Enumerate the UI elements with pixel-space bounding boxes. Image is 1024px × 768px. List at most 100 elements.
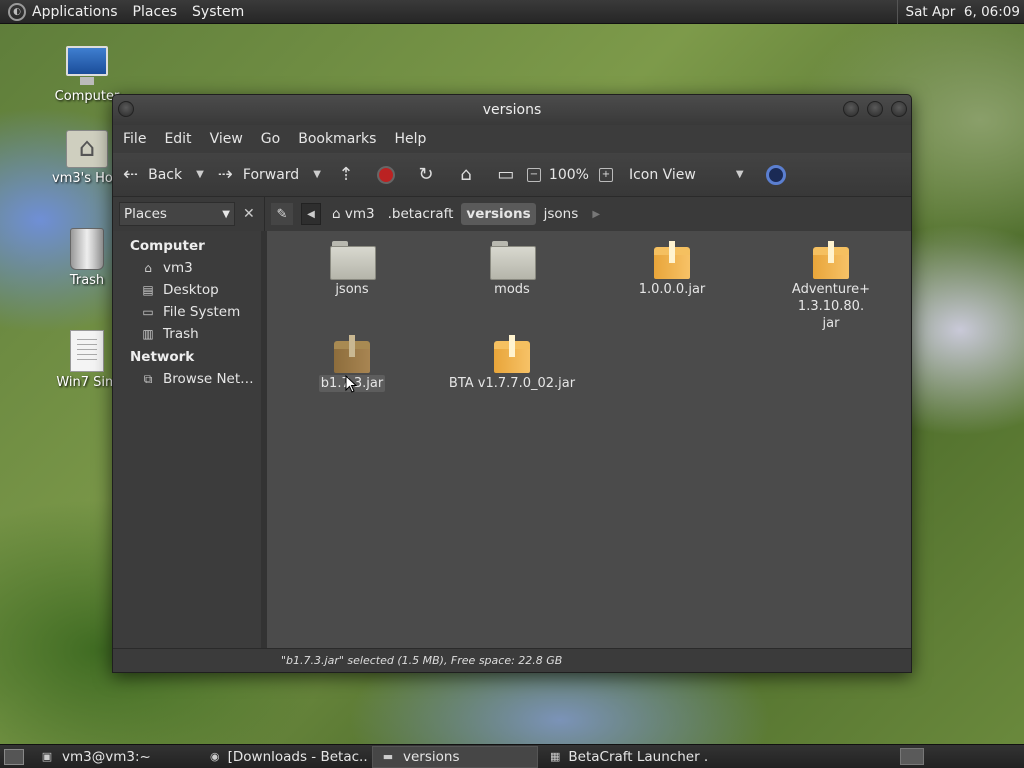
sidebar-item-browse-network[interactable]: ⧉ Browse Net… (113, 368, 261, 390)
folder-icon: ▬ (382, 749, 394, 763)
clock[interactable]: Sat Apr 6, 06:09 (896, 0, 1020, 24)
chrome-icon: ◉ (210, 749, 220, 763)
sidebar-selector: Places ▼ ✕ (113, 197, 265, 231)
sidebar-item-desktop[interactable]: ▤ Desktop (113, 279, 261, 301)
forward-arrow-icon: ⇢ (217, 164, 233, 185)
distro-logo-icon[interactable]: ◐ (8, 2, 26, 21)
file-item-jsons[interactable]: jsons (277, 241, 427, 298)
taskbar-label: BetaCraft Launcher ... (568, 748, 708, 765)
crumb-versions[interactable]: versions (461, 203, 536, 225)
home-folder-icon (66, 130, 108, 168)
back-label: Back (148, 166, 183, 183)
sidebar-item-vm3[interactable]: ⌂ vm3 (113, 257, 261, 279)
file-item-1-0-0-0-jar[interactable]: 1.0.0.0.jar (597, 241, 747, 298)
stop-button[interactable] (375, 164, 397, 186)
desktop-folder-icon: ▤ (142, 282, 154, 297)
top-panel: ◐ Applications Places System Sat Apr 6, … (0, 0, 1024, 24)
sidebar-item-label: vm3 (163, 260, 193, 276)
bottom-panel: ▣ vm3@vm3:~ ◉ [Downloads - Betac... ▬ ve… (0, 744, 1024, 768)
sidebar-item-trash[interactable]: ▥ Trash (113, 323, 261, 345)
document-icon (70, 330, 104, 372)
workspace-switcher[interactable] (900, 748, 924, 765)
file-name: Adventure+ 1.3.10.80. jar (791, 282, 871, 331)
file-view[interactable]: jsons mods 1.0.0.0.jar Adventure+ 1.3.10… (267, 231, 911, 650)
back-history-dropdown-icon[interactable]: ▼ (196, 169, 204, 180)
file-item-adventure-jar[interactable]: Adventure+ 1.3.10.80. jar (755, 241, 907, 332)
crumb-jsons[interactable]: jsons (539, 203, 584, 225)
places-sidebar: Computer ⌂ vm3 ▤ Desktop ▭ File System ▥… (113, 231, 261, 650)
computer-icon[interactable]: ▭ (495, 164, 517, 186)
home-folder-icon: ⌂ (144, 260, 152, 275)
menu-applications[interactable]: Applications (32, 4, 118, 20)
breadcrumb: ✎ ◀ ⌂ vm3 .betacraft versions jsons ▶ (265, 197, 612, 231)
taskbar-item-terminal[interactable]: ▣ vm3@vm3:~ (32, 746, 198, 768)
sidebar-heading-network: Network (130, 349, 195, 365)
crumb-scroll-right-icon[interactable]: ▶ (586, 203, 606, 225)
zoom-level[interactable]: 100% (549, 167, 589, 183)
window-menu-icon[interactable] (118, 101, 134, 117)
file-item-bta-jar[interactable]: BTA v1.7.7.0_02.jar (437, 335, 587, 392)
taskbar-item-betacraft[interactable]: ▦ BetaCraft Launcher ... (542, 746, 708, 768)
trash-icon: ▥ (142, 326, 154, 341)
menu-edit[interactable]: Edit (164, 131, 191, 147)
back-button[interactable]: ⇠ Back ▼ (123, 164, 218, 185)
show-desktop-icon[interactable] (4, 748, 24, 765)
taskbar-item-browser[interactable]: ◉ [Downloads - Betac... (202, 746, 368, 768)
menubar: File Edit View Go Bookmarks Help (113, 125, 911, 153)
minimize-icon[interactable] (843, 101, 859, 117)
sidebar-item-label: Trash (163, 326, 199, 342)
crumb-label: vm3 (344, 206, 375, 222)
menu-view[interactable]: View (210, 131, 243, 147)
package-icon (654, 241, 690, 279)
sidebar-item-label: Desktop (163, 282, 219, 298)
network-icon: ⧉ (143, 371, 153, 386)
computer-icon (64, 46, 110, 86)
taskbar-item-versions[interactable]: ▬ versions (372, 745, 538, 768)
view-mode-select[interactable]: Icon View ▼ (629, 167, 744, 183)
search-icon[interactable] (765, 164, 786, 185)
drive-icon: ▭ (142, 304, 154, 319)
close-icon[interactable] (891, 101, 907, 117)
file-manager-window: versions File Edit View Go Bookmarks Hel… (112, 94, 912, 673)
folder-icon (330, 241, 376, 280)
places-label: Places (124, 206, 167, 222)
crumb-betacraft[interactable]: .betacraft (383, 203, 459, 225)
file-name: BTA v1.7.7.0_02.jar (448, 376, 576, 391)
view-mode-label: Icon View (628, 166, 696, 183)
file-name: mods (494, 282, 530, 297)
zoom-out-icon[interactable]: − (526, 167, 541, 182)
stop-icon (376, 165, 395, 184)
status-bar: "b1.7.3.jar" selected (1.5 MB), Free spa… (113, 648, 911, 672)
desktop-icon-computer[interactable]: Computer (52, 46, 122, 104)
menu-places[interactable]: Places (133, 4, 178, 20)
sidebar-item-file-system[interactable]: ▭ File System (113, 301, 261, 323)
menu-help[interactable]: Help (394, 131, 426, 147)
taskbar-label: versions (403, 748, 460, 765)
terminal-icon: ▣ (41, 749, 53, 763)
chevron-down-icon: ▼ (222, 208, 230, 220)
crumb-vm3[interactable]: ⌂ vm3 (327, 203, 380, 225)
menu-system[interactable]: System (192, 4, 244, 20)
home-icon[interactable]: ⌂ (455, 164, 477, 186)
window-titlebar[interactable]: versions (113, 95, 911, 125)
forward-button[interactable]: ⇢ Forward ▼ (218, 164, 335, 185)
file-item-mods[interactable]: mods (437, 241, 587, 298)
close-sidebar-icon[interactable]: ✕ (243, 206, 255, 222)
menu-go[interactable]: Go (261, 131, 280, 147)
edit-location-icon[interactable]: ✎ (271, 203, 293, 225)
package-icon (334, 335, 370, 373)
back-arrow-icon: ⇠ (123, 164, 139, 185)
taskbar-label: [Downloads - Betac... (227, 748, 368, 765)
taskbar-label: vm3@vm3:~ (62, 748, 151, 765)
crumb-scroll-left-icon[interactable]: ◀ (301, 203, 321, 225)
reload-icon[interactable]: ↻ (415, 164, 437, 186)
zoom-in-icon[interactable]: + (598, 167, 613, 182)
forward-history-dropdown-icon[interactable]: ▼ (313, 169, 321, 180)
file-name: 1.0.0.0.jar (638, 282, 706, 297)
up-arrow-icon[interactable]: ⇡ (335, 164, 357, 186)
menu-bookmarks[interactable]: Bookmarks (298, 131, 376, 147)
places-dropdown[interactable]: Places ▼ (119, 202, 235, 226)
window-title: versions (482, 102, 542, 118)
menu-file[interactable]: File (123, 131, 146, 147)
maximize-icon[interactable] (867, 101, 883, 117)
